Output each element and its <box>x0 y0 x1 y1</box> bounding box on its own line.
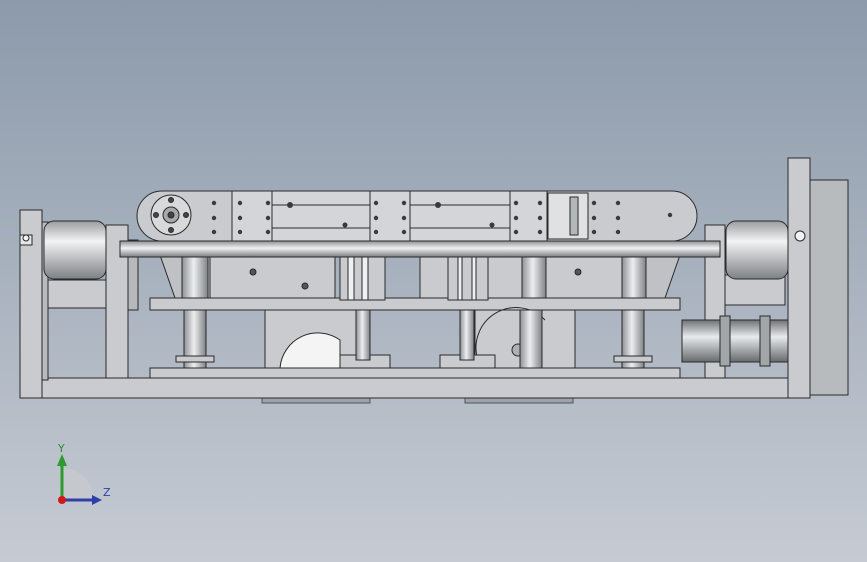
cad-graphics-area[interactable]: Y Z <box>0 0 867 562</box>
triad-quadrant-shading <box>62 468 94 500</box>
y-axis-arrowhead <box>57 454 67 466</box>
right-funnel[interactable] <box>644 254 681 299</box>
conveyor-clamp-block[interactable] <box>547 192 589 240</box>
z-axis-label: Z <box>103 486 111 499</box>
lower-support-plate[interactable] <box>149 367 681 379</box>
conveyor-assembly-model[interactable] <box>0 0 867 562</box>
conveyor-clamp-rod[interactable] <box>569 196 579 236</box>
lower-post-1-collar[interactable] <box>175 355 215 363</box>
drive-pulley-bore <box>167 211 175 219</box>
upper-support-plate[interactable] <box>149 297 681 311</box>
base-frame-rail[interactable] <box>19 377 811 399</box>
main-drive-shaft[interactable] <box>119 240 721 258</box>
pulley-bolt-4 <box>168 227 174 233</box>
conveyor-center-section[interactable] <box>231 190 548 242</box>
motor-flange[interactable] <box>719 315 731 367</box>
housing-hole-2 <box>301 282 309 290</box>
triad-origin-dot <box>58 496 66 504</box>
right-end-roller[interactable] <box>725 220 789 280</box>
right-bolt-head <box>794 230 806 242</box>
motor-end-cap[interactable] <box>759 315 771 367</box>
z-axis-arrowhead <box>92 495 102 505</box>
left-bolt-head <box>22 234 30 242</box>
left-belt-housing[interactable] <box>209 254 336 299</box>
pulley-bolt-2 <box>183 212 189 218</box>
housing-hole-3 <box>574 268 582 276</box>
lower-post-4[interactable] <box>519 309 543 369</box>
lower-post-2[interactable] <box>355 309 371 361</box>
drive-motor[interactable] <box>681 319 789 363</box>
right-end-plate[interactable] <box>809 179 849 396</box>
right-end-post-outer[interactable] <box>787 157 811 399</box>
pulley-bolt-3 <box>168 197 174 203</box>
left-end-roller[interactable] <box>43 220 107 280</box>
lower-post-5-collar[interactable] <box>613 355 653 363</box>
left-lower-bracket[interactable] <box>47 279 109 309</box>
housing-hole-1 <box>249 268 257 276</box>
pulley-bolt-1 <box>153 212 159 218</box>
y-axis-label: Y <box>58 442 65 455</box>
lower-post-3[interactable] <box>459 309 475 361</box>
